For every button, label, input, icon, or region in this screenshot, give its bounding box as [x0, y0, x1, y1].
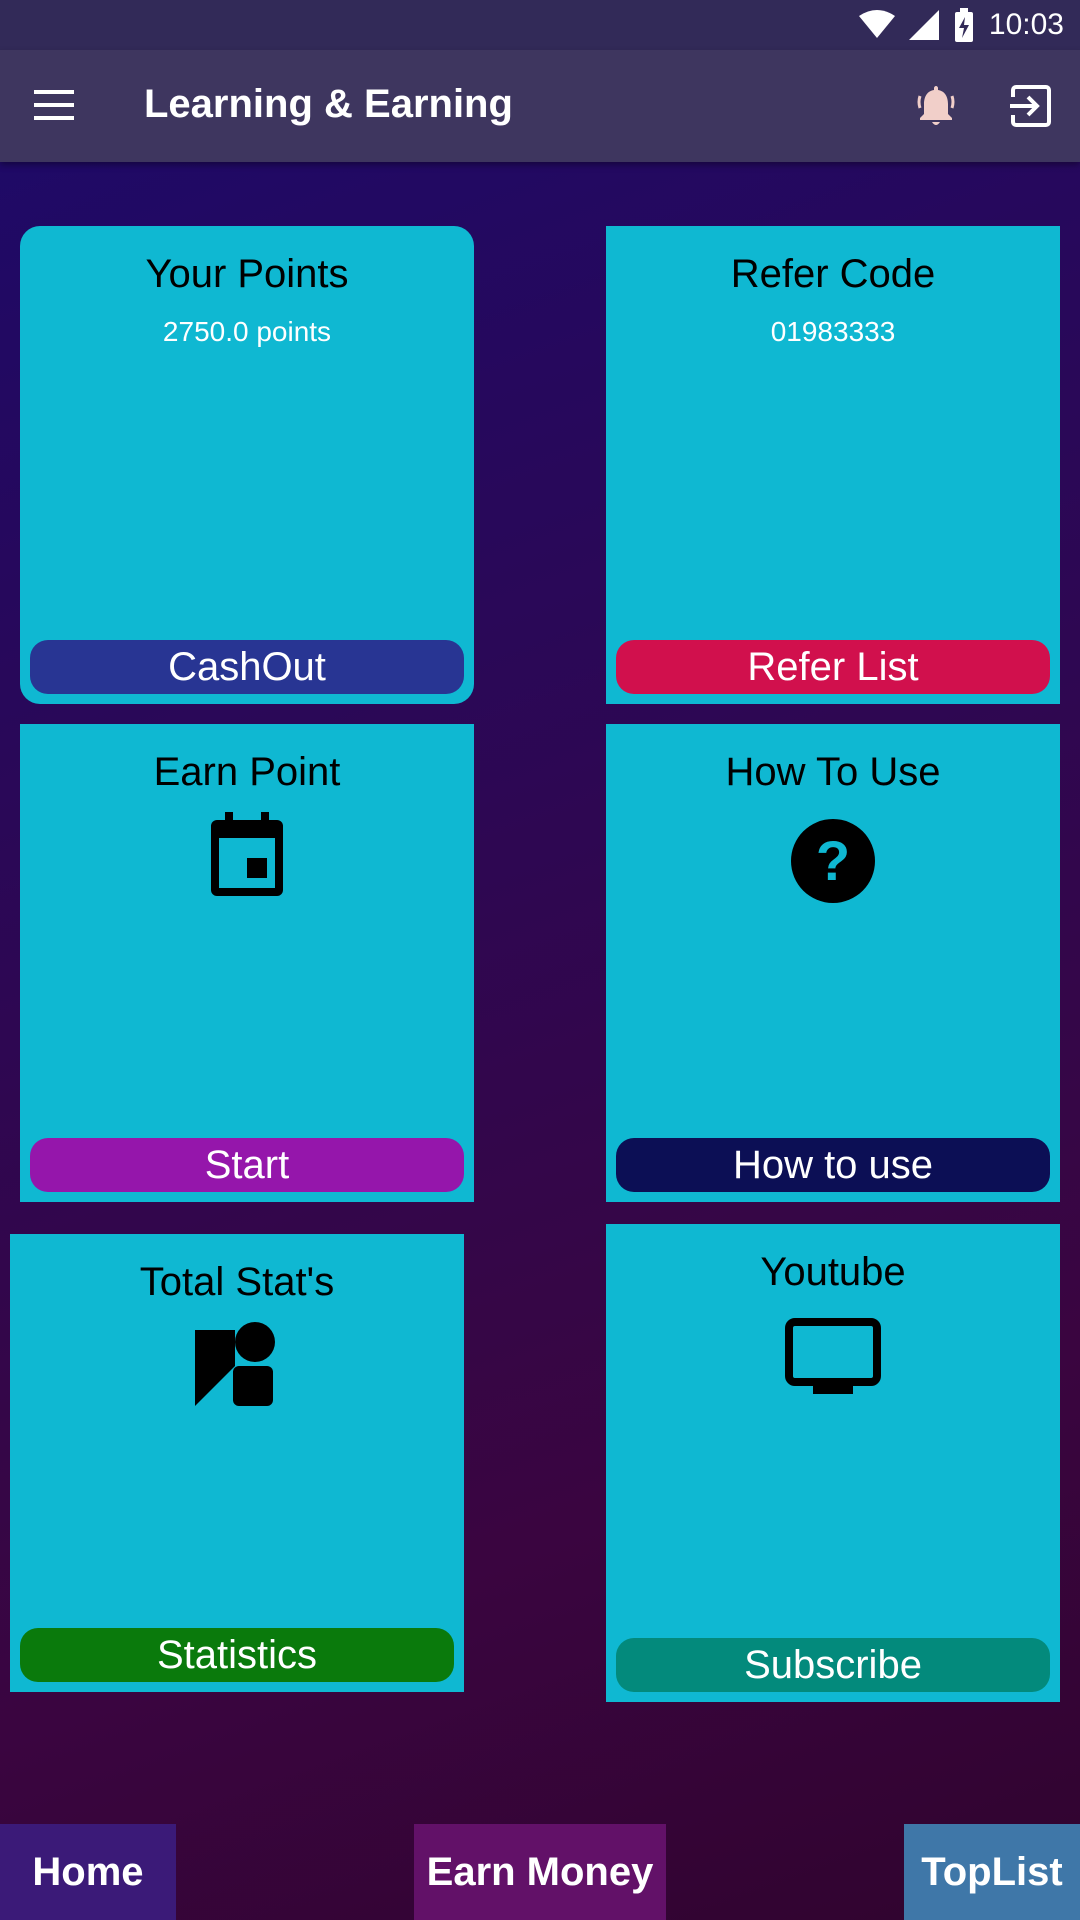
refer-title: Refer Code	[730, 252, 936, 296]
refer-card: Refer Code 01983333 Refer List	[606, 226, 1060, 704]
cashout-button[interactable]: CashOut	[30, 640, 464, 694]
toplist-tab[interactable]: TopList	[904, 1824, 1080, 1920]
app-bar: Learning & Earning	[0, 50, 1080, 162]
refer-code-value: 01983333	[770, 316, 896, 347]
earn-card: Earn Point Start	[20, 724, 474, 1202]
status-bar: 10:03	[0, 0, 1080, 50]
help-circle-icon: ?	[791, 819, 875, 903]
howto-card: How To Use ? How to use	[606, 724, 1060, 1202]
stats-card: Total Stat's Statistics	[10, 1234, 464, 1692]
points-title: Your Points	[145, 252, 349, 296]
refer-list-button[interactable]: Refer List	[616, 640, 1050, 694]
menu-icon[interactable]	[34, 88, 74, 124]
statistics-person-icon	[195, 1322, 275, 1406]
points-value: 2750.0 points	[162, 316, 332, 347]
home-tab[interactable]: Home	[0, 1824, 176, 1920]
notification-bell-icon[interactable]	[912, 82, 960, 130]
howto-title: How To Use	[725, 750, 941, 794]
youtube-card: Youtube Subscribe	[606, 1224, 1060, 1702]
earn-money-tab[interactable]: Earn Money	[414, 1824, 666, 1920]
stats-title: Total Stat's	[139, 1260, 335, 1304]
tv-icon	[785, 1318, 881, 1394]
app-title: Learning & Earning	[144, 82, 513, 126]
youtube-title: Youtube	[760, 1250, 906, 1294]
status-icons: 10:03	[858, 8, 1064, 42]
logout-icon[interactable]	[1008, 82, 1056, 130]
signal-icon	[908, 10, 939, 40]
battery-icon	[954, 8, 973, 42]
status-time: 10:03	[988, 8, 1064, 41]
svg-text:?: ?	[816, 829, 850, 892]
start-button[interactable]: Start	[30, 1138, 464, 1192]
calendar-icon	[211, 812, 283, 896]
how-to-use-button[interactable]: How to use	[616, 1138, 1050, 1192]
wifi-icon	[858, 10, 895, 38]
earn-title: Earn Point	[153, 750, 341, 794]
subscribe-button[interactable]: Subscribe	[616, 1638, 1050, 1692]
points-card: Your Points 2750.0 points CashOut	[20, 226, 474, 704]
statistics-button[interactable]: Statistics	[20, 1628, 454, 1682]
